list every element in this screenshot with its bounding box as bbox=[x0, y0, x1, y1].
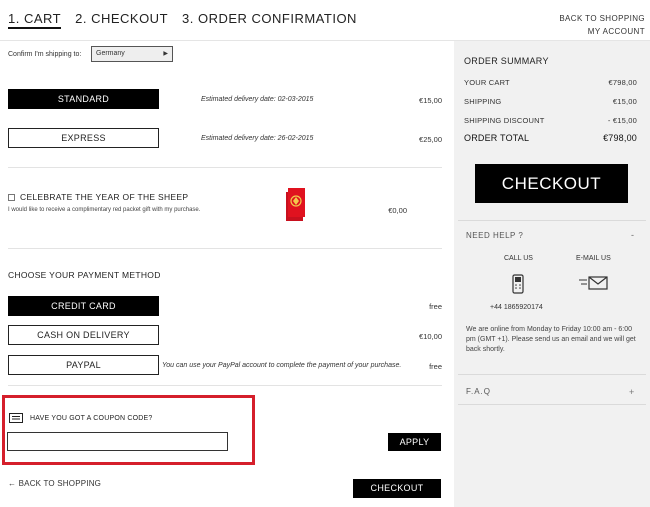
order-total-label: ORDER TOTAL bbox=[464, 133, 530, 143]
divider bbox=[8, 167, 442, 168]
call-us-label: CALL US bbox=[504, 255, 533, 262]
promo-title: CELEBRATE THE YEAR OF THE SHEEP bbox=[20, 192, 189, 202]
shipping-option-express[interactable]: EXPRESS bbox=[8, 128, 159, 148]
back-to-shopping-link[interactable]: BACK TO SHOPPING bbox=[559, 12, 645, 25]
phone-number: +44 1865920174 bbox=[490, 304, 543, 311]
apply-coupon-button[interactable]: APPLY bbox=[388, 433, 441, 451]
express-delivery-date: Estimated delivery date: 26-02-2015 bbox=[201, 135, 314, 142]
step-checkout[interactable]: 2. CHECKOUT bbox=[75, 11, 168, 29]
standard-price: €15,00 bbox=[419, 96, 442, 105]
order-summary-sidebar bbox=[454, 41, 650, 507]
checkout-bottom-button[interactable]: CHECKOUT bbox=[353, 479, 441, 498]
summary-label: SHIPPING bbox=[464, 97, 502, 106]
faq-toggle[interactable]: F.A.Q bbox=[466, 387, 491, 396]
red-packet-checkbox[interactable] bbox=[8, 194, 15, 201]
sidebar-divider bbox=[458, 404, 646, 405]
sidebar-divider bbox=[458, 374, 646, 375]
credit-card-price: free bbox=[429, 302, 442, 311]
express-price: €25,00 bbox=[419, 135, 442, 144]
payment-title: CHOOSE YOUR PAYMENT METHOD bbox=[8, 270, 161, 280]
shipping-option-standard[interactable]: STANDARD bbox=[8, 89, 159, 109]
shipping-country-label: Confirm I'm shipping to: bbox=[8, 51, 82, 58]
collapse-toggle[interactable]: - bbox=[631, 230, 634, 240]
coupon-input[interactable] bbox=[7, 432, 228, 451]
online-hours: We are online from Monday to Friday 10:0… bbox=[466, 326, 636, 353]
country-select[interactable]: Germany ▶ bbox=[91, 46, 173, 62]
summary-label: SHIPPING DISCOUNT bbox=[464, 116, 545, 125]
coupon-highlight-box bbox=[2, 395, 255, 465]
mail-icon[interactable] bbox=[579, 275, 609, 291]
country-select-value: Germany bbox=[96, 50, 125, 57]
caret-right-icon: ▶ bbox=[163, 51, 168, 57]
step-order-confirmation[interactable]: 3. ORDER CONFIRMATION bbox=[182, 11, 357, 29]
summary-value: €15,00 bbox=[612, 97, 637, 106]
order-total-value: €798,00 bbox=[603, 133, 637, 143]
summary-value: €798,00 bbox=[608, 78, 637, 87]
cash-on-delivery-price: €10,00 bbox=[419, 332, 442, 341]
payment-paypal[interactable]: PAYPAL bbox=[8, 355, 159, 375]
checkout-button[interactable]: CHECKOUT bbox=[475, 164, 628, 203]
payment-cash-on-delivery[interactable]: CASH ON DELIVERY bbox=[8, 325, 159, 345]
sidebar-divider bbox=[458, 220, 646, 221]
order-summary-title: ORDER SUMMARY bbox=[464, 56, 549, 66]
promo-price: €0,00 bbox=[388, 206, 407, 215]
summary-value: - €15,00 bbox=[607, 116, 637, 125]
my-account-link[interactable]: MY ACCOUNT bbox=[559, 25, 645, 38]
red-packet-image bbox=[286, 188, 305, 221]
divider bbox=[8, 248, 442, 249]
step-cart[interactable]: 1. CART bbox=[8, 11, 62, 29]
top-links: BACK TO SHOPPING MY ACCOUNT bbox=[559, 12, 645, 38]
promo-subtitle: I would like to receive a complimentary … bbox=[8, 207, 201, 213]
summary-label: YOUR CART bbox=[464, 78, 510, 87]
phone-icon[interactable] bbox=[512, 274, 524, 294]
summary-row-total: ORDER TOTAL €798,00 bbox=[464, 133, 637, 143]
summary-row-shipping: SHIPPING €15,00 bbox=[464, 97, 637, 106]
summary-row-cart: YOUR CART €798,00 bbox=[464, 78, 637, 87]
coupon-title: HAVE YOU GOT A COUPON CODE? bbox=[30, 415, 153, 422]
back-to-shopping-bottom-link[interactable]: ← BACK TO SHOPPING bbox=[8, 479, 101, 488]
divider bbox=[8, 385, 442, 386]
coupon-icon bbox=[9, 413, 23, 423]
standard-delivery-date: Estimated delivery date: 02-03-2015 bbox=[201, 96, 314, 103]
expand-icon[interactable]: + bbox=[629, 387, 634, 397]
email-us-label: E-MAIL US bbox=[576, 255, 611, 262]
summary-row-shipping-discount: SHIPPING DISCOUNT - €15,00 bbox=[464, 116, 637, 125]
paypal-price: free bbox=[429, 362, 442, 371]
checkout-steps: 1. CART 2. CHECKOUT 3. ORDER CONFIRMATIO… bbox=[8, 11, 357, 29]
paypal-note: You can use your PayPal account to compl… bbox=[162, 362, 402, 369]
payment-credit-card[interactable]: CREDIT CARD bbox=[8, 296, 159, 316]
need-help-title[interactable]: NEED HELP ? bbox=[466, 231, 523, 240]
